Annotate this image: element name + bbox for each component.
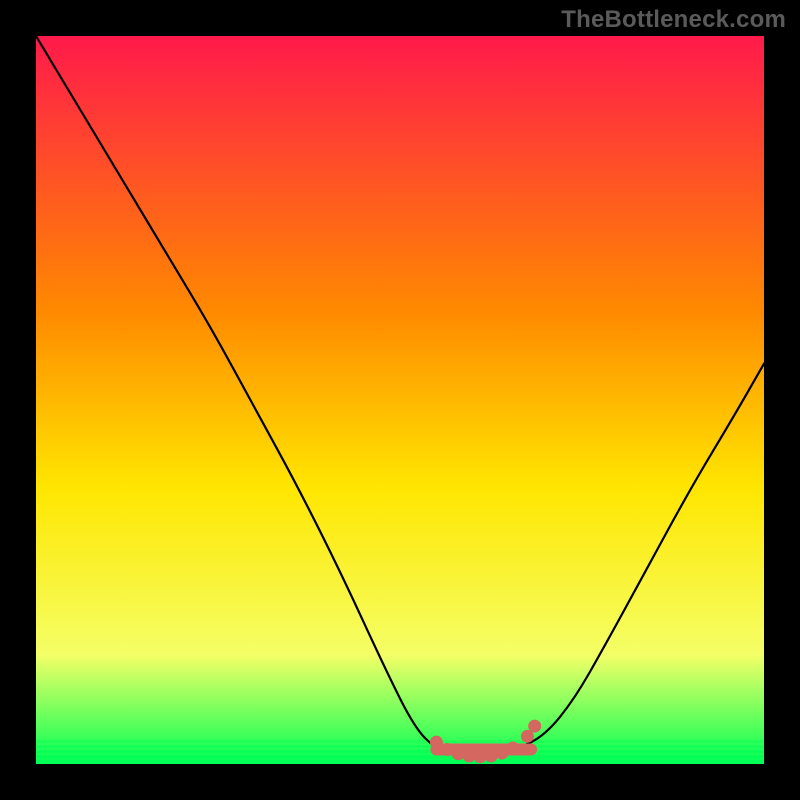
watermark-text: TheBottleneck.com [561,6,786,34]
gradient-background [36,36,764,764]
chart-svg [36,36,764,764]
curve-marker [506,741,519,754]
curve-marker [528,720,541,733]
bottleneck-plot [36,36,764,764]
curve-marker [452,747,465,760]
curve-marker [485,749,498,762]
green-stripe [36,740,764,743]
chart-frame: TheBottleneck.com [0,0,800,800]
green-stripe [36,755,764,758]
green-stripe [36,750,764,753]
curve-marker [430,736,443,749]
green-stripe [36,760,764,763]
green-stripe [36,745,764,748]
